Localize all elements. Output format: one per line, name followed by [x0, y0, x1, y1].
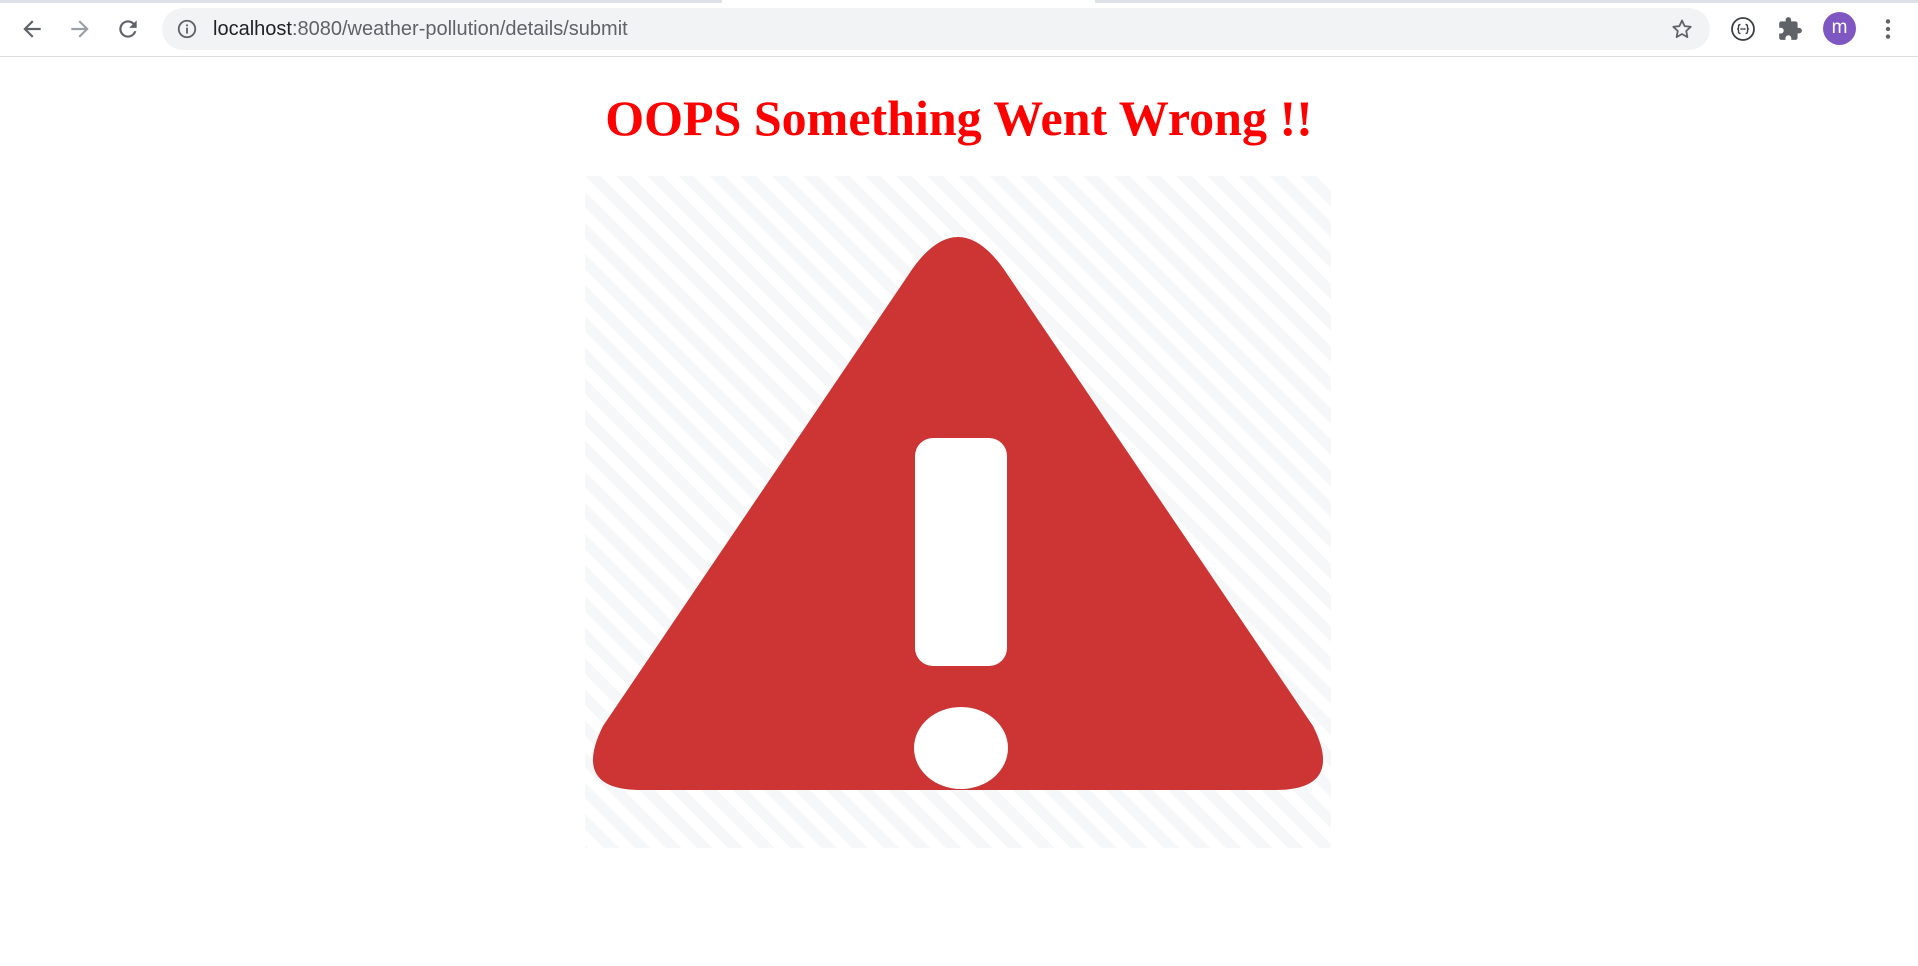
forward-button[interactable] [62, 11, 98, 47]
reload-icon [119, 20, 137, 38]
warning-triangle-icon [585, 176, 1331, 848]
profile-avatar[interactable]: m [1823, 12, 1856, 45]
back-button[interactable] [14, 11, 50, 47]
url-host: localhost [213, 18, 292, 40]
exclamation-bar [915, 438, 1007, 666]
extensions-button[interactable] [1772, 11, 1808, 47]
star-icon[interactable] [1670, 17, 1694, 41]
url-path: :8080/weather-pollution/details/submit [291, 18, 628, 40]
extension-button[interactable] [1725, 11, 1761, 47]
code-braces-icon [1731, 17, 1755, 41]
address-bar[interactable]: localhost:8080/weather-pollution/details… [162, 8, 1710, 50]
exclamation-dot [914, 707, 1008, 789]
kebab-menu-icon [1885, 19, 1891, 39]
browser-toolbar: localhost:8080/weather-pollution/details… [0, 0, 1918, 57]
arrow-left-icon [23, 20, 41, 38]
browser-menu-button[interactable] [1870, 11, 1906, 47]
error-heading: OOPS Something Went Wrong !! [605, 90, 1313, 146]
tab-strip-edge [1095, 0, 1918, 3]
reload-button[interactable] [110, 11, 146, 47]
info-icon[interactable] [176, 18, 198, 40]
arrow-right-icon [71, 20, 89, 38]
page-content: OOPS Something Went Wrong !! [0, 58, 1918, 966]
tab-strip-edge [0, 0, 722, 3]
url-text[interactable]: localhost:8080/weather-pollution/details… [213, 8, 628, 50]
puzzle-icon [1779, 17, 1802, 40]
